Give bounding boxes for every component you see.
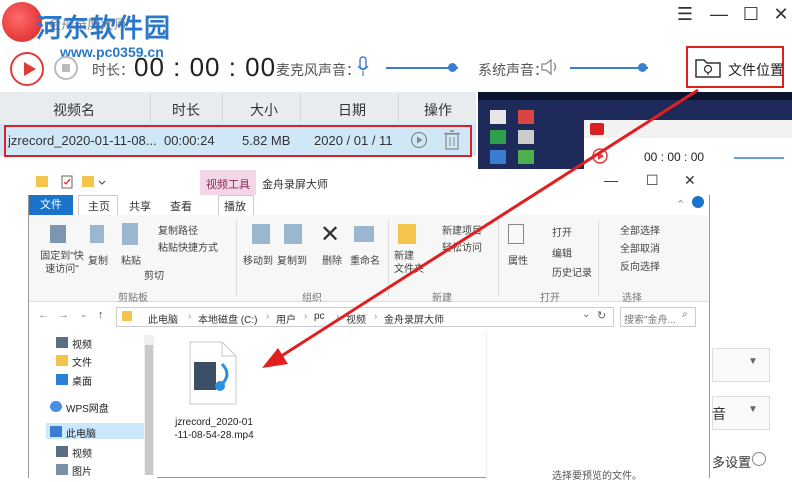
annotation-arrow <box>262 88 699 368</box>
